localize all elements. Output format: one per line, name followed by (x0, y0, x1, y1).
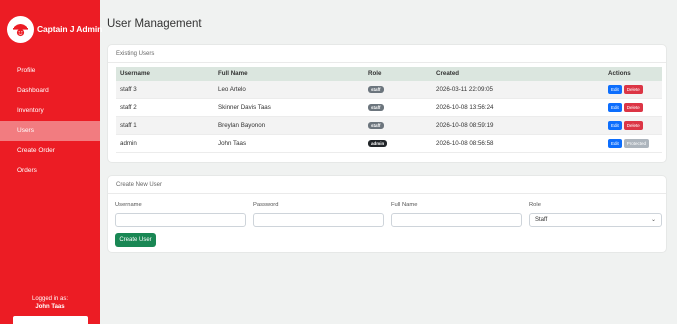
brand-name: Captain J Admin (37, 24, 103, 34)
edit-button[interactable]: Edit (608, 121, 622, 130)
delete-button[interactable]: Delete (623, 85, 643, 94)
cell-username: staff 3 (120, 86, 137, 93)
cell-full-name: John Taas (218, 140, 247, 147)
cell-full-name: Breylan Bayonon (218, 122, 266, 129)
role-badge: admin (368, 140, 388, 147)
column-header-full-name: Full Name (218, 70, 248, 77)
sidebar-nav: Profile Dashboard Inventory Users Create… (0, 61, 100, 181)
create-user-card: Create New User Username Password Full N… (107, 175, 667, 253)
column-header-username: Username (120, 70, 150, 77)
sidebar-item-orders[interactable]: Orders (0, 161, 100, 181)
captain-logo-icon (7, 15, 34, 43)
column-header-created: Created (436, 70, 460, 77)
sidebar-item-create-order[interactable]: Create Order (0, 141, 100, 161)
role-select-value: Staff (535, 217, 548, 223)
table-row: staff 3 Leo Artelo staff 2026-03-11 22:0… (116, 81, 662, 99)
protected-badge: Protected (623, 139, 650, 148)
role-badge: staff (368, 122, 384, 129)
logged-in-info: Logged in as: John Taas (0, 295, 100, 311)
chevron-down-icon: ⌄ (650, 217, 656, 223)
existing-users-header: Existing Users (108, 45, 666, 63)
delete-button[interactable]: Delete (623, 103, 643, 112)
full-name-field[interactable] (391, 213, 522, 227)
logout-button[interactable] (13, 316, 88, 324)
full-name-label: Full Name (391, 202, 418, 208)
password-label: Password (253, 202, 279, 208)
sidebar: Captain J Admin Profile Dashboard Invent… (0, 0, 103, 324)
table-row: staff 2 Skinner Davis Taas staff 2026-10… (116, 99, 662, 117)
sidebar-item-profile[interactable]: Profile (0, 61, 100, 81)
sidebar-item-inventory[interactable]: Inventory (0, 101, 100, 121)
role-label: Role (529, 202, 541, 208)
username-field[interactable] (115, 213, 246, 227)
cell-created: 2026-10-08 08:59:19 (436, 122, 494, 129)
cell-created: 2026-10-08 13:56:24 (436, 104, 494, 111)
cell-username: admin (120, 140, 137, 147)
brand[interactable]: Captain J Admin (7, 14, 103, 44)
create-user-button[interactable]: Create User (115, 233, 156, 247)
sidebar-item-dashboard[interactable]: Dashboard (0, 81, 100, 101)
cell-username: staff 1 (120, 122, 137, 129)
edit-button[interactable]: Edit (608, 103, 622, 112)
username-label: Username (115, 202, 142, 208)
table-row: admin John Taas admin 2026-10-08 08:56:5… (116, 135, 662, 153)
logged-in-user: John Taas (35, 304, 65, 310)
sidebar-item-users[interactable]: Users (0, 121, 100, 141)
password-field[interactable] (253, 213, 384, 227)
role-badge: staff (368, 86, 384, 93)
cell-username: staff 2 (120, 104, 137, 111)
edit-button[interactable]: Edit (608, 139, 622, 148)
column-header-actions: Actions (608, 70, 631, 77)
users-table: Username Full Name Role Created Actions … (116, 67, 662, 153)
column-header-role: Role (368, 70, 382, 77)
cell-full-name: Leo Artelo (218, 86, 246, 93)
cell-full-name: Skinner Davis Taas (218, 104, 271, 111)
table-header-row: Username Full Name Role Created Actions (116, 67, 662, 81)
edit-button[interactable]: Edit (608, 85, 622, 94)
role-badge: staff (368, 104, 384, 111)
existing-users-card: Existing Users Username Full Name Role C… (107, 44, 667, 163)
cell-created: 2026-03-11 22:09:05 (436, 86, 493, 93)
logged-in-label: Logged in as: (31, 296, 69, 302)
page-title: User Management (107, 18, 202, 30)
delete-button[interactable]: Delete (623, 121, 643, 130)
role-select[interactable]: Staff ⌄ (529, 213, 662, 227)
table-row: staff 1 Breylan Bayonon staff 2026-10-08… (116, 117, 662, 135)
cell-created: 2026-10-08 08:56:58 (436, 140, 494, 147)
create-user-header: Create New User (108, 176, 666, 194)
